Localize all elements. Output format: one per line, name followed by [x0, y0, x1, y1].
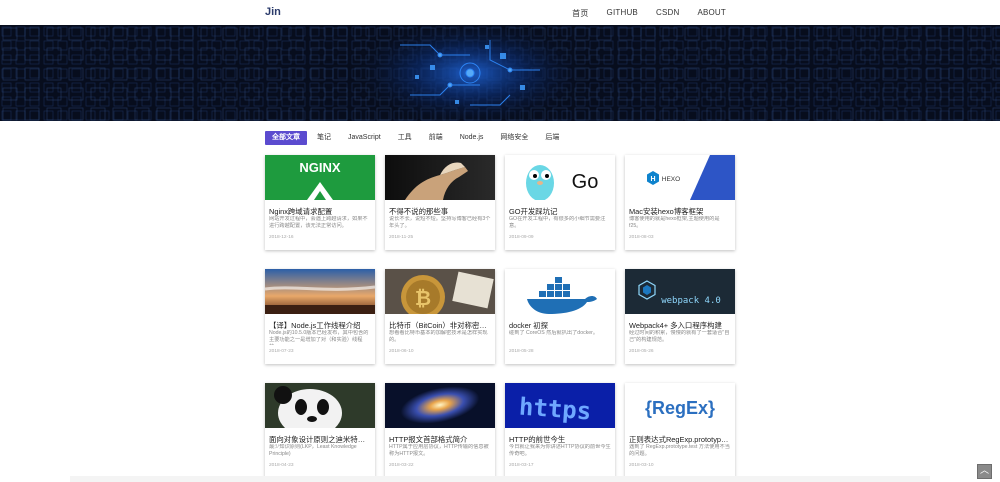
nav-home[interactable]: 首页	[572, 8, 588, 19]
post-title[interactable]: Nginx跨域请求配置	[265, 200, 375, 216]
post-thumbnail-https: https	[505, 383, 615, 428]
svg-text:Go: Go	[572, 171, 599, 193]
post-card[interactable]: webpack 4.0 Webpack4+ 多入口程序构建 经过时间的积累，慢慢…	[625, 269, 735, 364]
nav-about[interactable]: ABOUT	[697, 8, 726, 19]
post-excerpt: HTTP属于应用层协议，HTTP传输的信息被称为HTTP报文。	[389, 444, 489, 457]
post-excerpt: 博客使用的就是hexo框架,主题使用的是f25。	[629, 216, 720, 229]
nav-csdn[interactable]: CSDN	[656, 8, 679, 19]
post-card[interactable]: NGINX Nginx跨域请求配置 网站开发过程中，会遇上跨越请求，如果不进行跨…	[265, 155, 375, 250]
post-excerpt: 今日就让我来为你讲述HTTP协议的前世今生传奇吧。	[509, 444, 611, 457]
svg-text:H: H	[650, 176, 655, 183]
post-card[interactable]: ₿ 比特币（BitCoin）非对称密钥... 想看看比特币基本的加解密技术是怎样…	[385, 269, 495, 364]
post-thumbnail-nginx: NGINX	[265, 155, 375, 200]
post-date: 2018-12-16	[269, 235, 294, 240]
post-card[interactable]: https HTTP的前世今生 今日就让我来为你讲述HTTP协议的前世今生传奇吧…	[505, 383, 615, 478]
tab-nodejs[interactable]: Node.js	[453, 131, 491, 145]
page-bottom-strip	[70, 476, 930, 482]
post-date: 2018-09-09	[509, 235, 534, 240]
post-card[interactable]: {RegEx} 正则表达式RegExp.prototype... 遇到了 Reg…	[625, 383, 735, 478]
post-date: 2018-03-22	[389, 463, 414, 468]
post-card[interactable]: HTTP报文首部格式简介 HTTP属于应用层协议，HTTP传输的信息被称为HTT…	[385, 383, 495, 478]
tab-security[interactable]: 网络安全	[493, 131, 535, 145]
post-title[interactable]: GO开发踩坑记	[505, 200, 615, 216]
post-date: 2018-03-17	[509, 463, 534, 468]
post-excerpt: 碰到了 CoreOS 然后就扒出了docker。	[509, 330, 599, 336]
tab-notes[interactable]: 笔记	[310, 131, 338, 145]
post-thumbnail-docker	[505, 269, 615, 314]
back-to-top-button[interactable]: ︿	[977, 464, 992, 479]
post-title[interactable]: 【译】Node.js工作线程介绍	[265, 314, 375, 330]
post-title[interactable]: 面向对象设计原则之迪米特原则	[265, 428, 375, 444]
post-excerpt: 遇到了 RegExp.prototype.test 方法使用不当的问题。	[629, 444, 730, 457]
svg-text:webpack 4.0: webpack 4.0	[661, 296, 721, 306]
chevron-up-icon: ︿	[979, 465, 989, 475]
svg-text:https: https	[518, 393, 592, 426]
post-thumbnail-wolf	[385, 155, 495, 200]
svg-text:NGINX: NGINX	[299, 160, 341, 175]
post-card[interactable]: Go GO开发踩坑记 GO在开发工程中，有很多的小细节需要注意。 2018-09…	[505, 155, 615, 250]
post-thumbnail-bitcoin: ₿	[385, 269, 495, 314]
tab-javascript[interactable]: JavaScript	[341, 131, 388, 145]
tab-all[interactable]: 全部文章	[265, 131, 307, 145]
post-date: 2018-05-28	[509, 349, 534, 354]
post-date: 2018-05-26	[629, 349, 654, 354]
tab-frontend[interactable]: 前端	[422, 131, 450, 145]
post-thumbnail-regex: {RegEx}	[625, 383, 735, 428]
post-grid: NGINX Nginx跨域请求配置 网站开发过程中，会遇上跨越请求，如果不进行跨…	[265, 155, 735, 478]
top-navbar: Jin 首页 GITHUB CSDN ABOUT	[0, 0, 1000, 25]
hero-banner	[0, 25, 1000, 121]
post-excerpt: 网站开发过程中，会遇上跨越请求，如果不进行跨越配置，该无法正常访问。	[269, 216, 368, 229]
tab-backend[interactable]: 后端	[538, 131, 566, 145]
post-excerpt: 经过时间的积累，慢慢的就有了一套适合"自己"的构建规范。	[629, 330, 730, 343]
post-title[interactable]: 不得不说的那些事	[385, 200, 495, 216]
post-title[interactable]: Webpack4+ 多入口程序构建	[625, 314, 735, 330]
site-brand[interactable]: Jin	[265, 6, 281, 18]
post-title[interactable]: docker 初探	[505, 314, 615, 330]
post-date: 2018-08-03	[629, 235, 654, 240]
post-excerpt: 说长不长，说短不短。坚持写博客已经有3个年头了。	[389, 216, 491, 229]
post-date: 2018-07-23	[269, 349, 294, 354]
post-card[interactable]: 不得不说的那些事 说长不长，说短不短。坚持写博客已经有3个年头了。 2018-1…	[385, 155, 495, 250]
post-card[interactable]: 【译】Node.js工作线程介绍 Node.js的10.5.0版本已经发布，其中…	[265, 269, 375, 364]
post-excerpt: Node.js的10.5.0版本已经发布，其中包含的主要功能之一是增加了对（和实…	[269, 330, 369, 345]
post-excerpt: 最少知识原则(LKP，Least Knowledge Principle)	[269, 444, 357, 457]
svg-text:₿: ₿	[415, 286, 431, 310]
post-excerpt: GO在开发工程中，有很多的小细节需要注意。	[509, 216, 606, 229]
post-title[interactable]: 比特币（BitCoin）非对称密钥...	[385, 314, 495, 330]
svg-text:HEXO: HEXO	[662, 176, 680, 183]
post-thumbnail-panda	[265, 383, 375, 428]
post-title[interactable]: 正则表达式RegExp.prototype...	[625, 428, 735, 444]
svg-text:{RegEx}: {RegEx}	[645, 398, 715, 418]
post-thumbnail-webpack: webpack 4.0	[625, 269, 735, 314]
post-title[interactable]: HTTP的前世今生	[505, 428, 615, 444]
post-date: 2018-11-25	[389, 235, 414, 240]
nav-github[interactable]: GITHUB	[607, 8, 638, 19]
post-card[interactable]: H HEXO Mac安装hexo博客框架 博客使用的就是hexo框架,主题使用的…	[625, 155, 735, 250]
post-date: 2018-06-10	[389, 349, 414, 354]
post-thumbnail-sky	[265, 269, 375, 314]
post-card[interactable]: 面向对象设计原则之迪米特原则 最少知识原则(LKP，Least Knowledg…	[265, 383, 375, 478]
post-title[interactable]: HTTP报文首部格式简介	[385, 428, 495, 444]
post-excerpt: 想看看比特币基本的加解密技术是怎样实现的。	[389, 330, 488, 343]
main-nav: 首页 GITHUB CSDN ABOUT	[554, 8, 726, 19]
post-date: 2018-03-10	[629, 463, 654, 468]
category-tabs: 全部文章 笔记 JavaScript 工具 前端 Node.js 网络安全 后端	[265, 131, 569, 145]
post-date: 2018-04-23	[269, 463, 294, 468]
post-thumbnail-galaxy	[385, 383, 495, 428]
post-thumbnail-hexo: H HEXO	[625, 155, 735, 200]
post-title[interactable]: Mac安装hexo博客框架	[625, 200, 735, 216]
post-card[interactable]: docker 初探 碰到了 CoreOS 然后就扒出了docker。 2018-…	[505, 269, 615, 364]
circuit-banner-image	[0, 25, 1000, 121]
post-thumbnail-go: Go	[505, 155, 615, 200]
tab-tools[interactable]: 工具	[391, 131, 419, 145]
